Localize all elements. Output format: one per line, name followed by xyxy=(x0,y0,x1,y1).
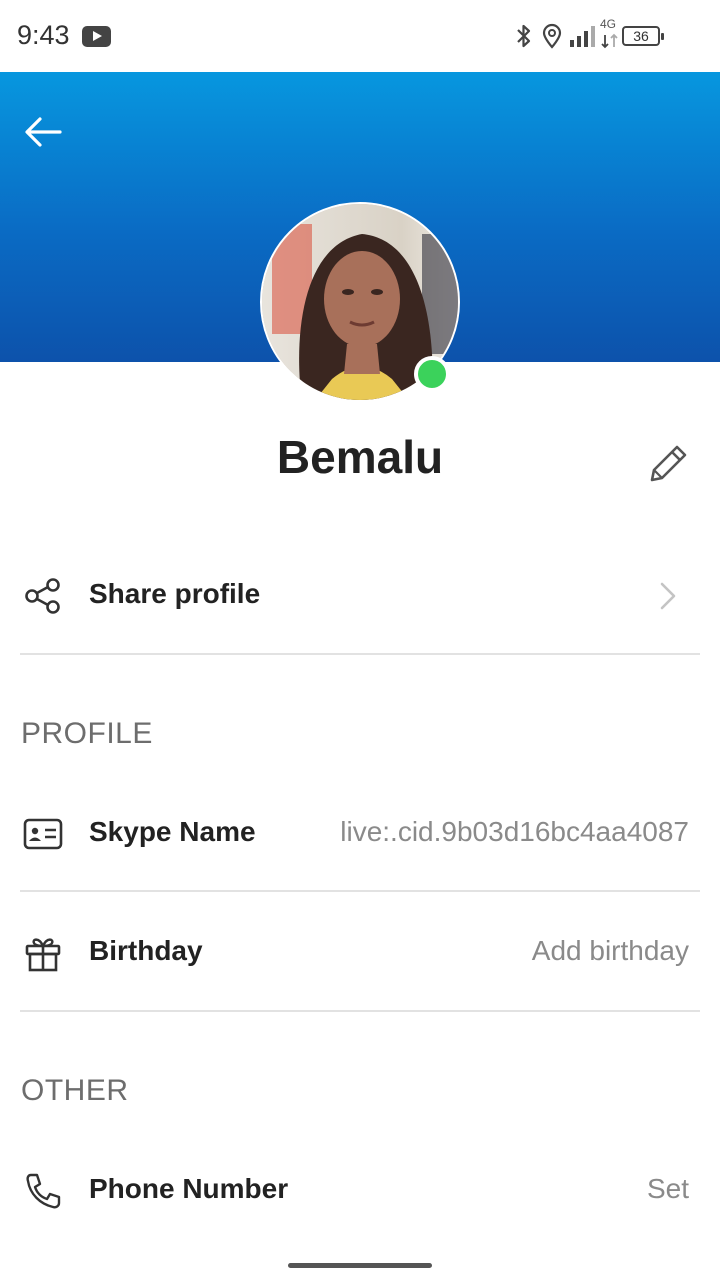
profile-display-name: Bemalu xyxy=(276,431,444,483)
birthday-row[interactable]: Birthday Add birthday xyxy=(0,913,720,993)
phone-number-label: Phone Number xyxy=(89,1173,289,1204)
gift-icon xyxy=(25,938,61,972)
online-status-dot xyxy=(414,356,450,392)
skype-name-value: live:.cid.9b03d16bc4aa4087 xyxy=(340,816,689,847)
edit-name-button[interactable] xyxy=(644,440,692,488)
back-button[interactable] xyxy=(20,112,68,152)
section-title-other: OTHER xyxy=(21,1074,129,1107)
divider xyxy=(20,653,700,655)
divider xyxy=(20,1010,700,1012)
divider xyxy=(20,890,700,892)
pencil-icon xyxy=(650,445,687,482)
share-profile-row[interactable]: Share profile xyxy=(0,556,720,636)
data-arrows-icon xyxy=(601,33,618,49)
phone-number-value[interactable]: Set xyxy=(647,1173,689,1205)
chevron-right-icon xyxy=(660,582,676,610)
youtube-notification-icon xyxy=(82,26,111,47)
share-icon xyxy=(25,578,60,614)
id-card-icon xyxy=(23,818,63,850)
signal-icon xyxy=(570,26,595,47)
network-type-label: 4G xyxy=(600,17,617,31)
skype-name-label: Skype Name xyxy=(89,816,256,847)
birthday-value[interactable]: Add birthday xyxy=(532,935,689,967)
bluetooth-icon xyxy=(517,24,531,48)
skype-name-row[interactable]: Skype Name live:.cid.9b03d16bc4aa4087 xyxy=(0,794,720,874)
phone-icon xyxy=(26,1173,61,1209)
status-time: 9:43 xyxy=(17,20,70,50)
home-indicator[interactable] xyxy=(288,1263,432,1268)
location-icon xyxy=(542,23,562,49)
battery-indicator: 36 xyxy=(622,26,664,46)
share-profile-label: Share profile xyxy=(89,578,261,609)
status-bar: 9:43 4G 36 xyxy=(0,0,720,72)
arrow-left-icon xyxy=(25,117,62,147)
birthday-label: Birthday xyxy=(89,935,203,966)
phone-number-row[interactable]: Phone Number Set xyxy=(0,1151,720,1231)
section-title-profile: PROFILE xyxy=(21,717,153,750)
